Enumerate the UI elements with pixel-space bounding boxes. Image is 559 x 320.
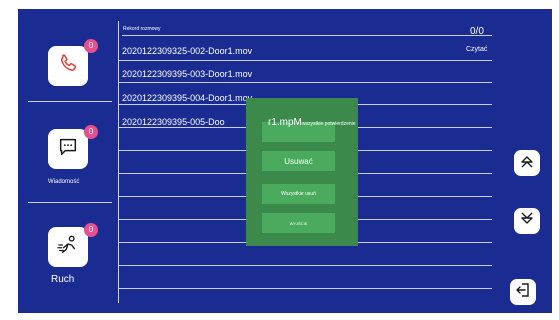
phone-icon <box>57 53 79 80</box>
messages-badge: 0 <box>84 125 98 139</box>
overlay-suffix-bold: pM <box>288 117 302 128</box>
header-divider <box>122 35 492 36</box>
overlapping-filename-suffix: r1.mpMwszystkie potwierdzenie <box>268 117 356 128</box>
back-button[interactable] <box>510 279 536 305</box>
double-chevron-up-icon <box>519 153 535 174</box>
list-item[interactable]: 2020122309395-003-Door1.mov <box>122 69 252 79</box>
overlay-small-text: wszystkie potwierdzenie <box>301 121 356 127</box>
motion-button[interactable] <box>48 227 88 267</box>
motion-badge: 0 <box>84 223 98 237</box>
list-item[interactable]: 2020122309395-004-Door1.mov <box>122 93 252 103</box>
calls-badge: 0 <box>84 39 98 53</box>
screen-panel: 0 0 Wiadomość 0 Ruch Rekord rozmowy 0/0 … <box>18 9 552 313</box>
column-divider <box>118 21 119 303</box>
exit-icon <box>515 282 531 303</box>
scroll-up-button[interactable] <box>514 150 540 176</box>
overlay-suffix-left: r1.m <box>268 117 288 128</box>
row-divider <box>119 60 492 61</box>
delete-button[interactable]: Usuwać <box>262 151 335 171</box>
sidebar-divider <box>28 101 112 102</box>
messages-label: Wiadomość <box>48 179 80 185</box>
call-records-button[interactable] <box>48 46 88 86</box>
exit-popup-button[interactable]: WYJŚCIE <box>262 213 335 233</box>
double-chevron-down-icon <box>519 211 535 232</box>
sidebar: 0 0 Wiadomość 0 Ruch <box>18 9 117 313</box>
sidebar-divider <box>28 202 112 203</box>
list-title: Rekord rozmowy <box>123 26 161 32</box>
list-item[interactable]: 2020122309395-005-Doo <box>122 117 225 127</box>
row-divider <box>119 265 492 266</box>
row-divider <box>119 288 492 289</box>
scroll-down-button[interactable] <box>514 208 540 234</box>
read-label: Czytać <box>466 46 488 53</box>
row-divider <box>119 82 492 83</box>
list-item[interactable]: 2020122309325-002-Door1.mov <box>122 46 252 56</box>
delete-all-button[interactable]: Wszystkie usuń <box>262 184 335 204</box>
messages-button[interactable] <box>48 129 88 169</box>
motion-label: Ruch <box>51 274 75 285</box>
message-icon <box>57 136 79 163</box>
motion-icon <box>56 234 80 261</box>
